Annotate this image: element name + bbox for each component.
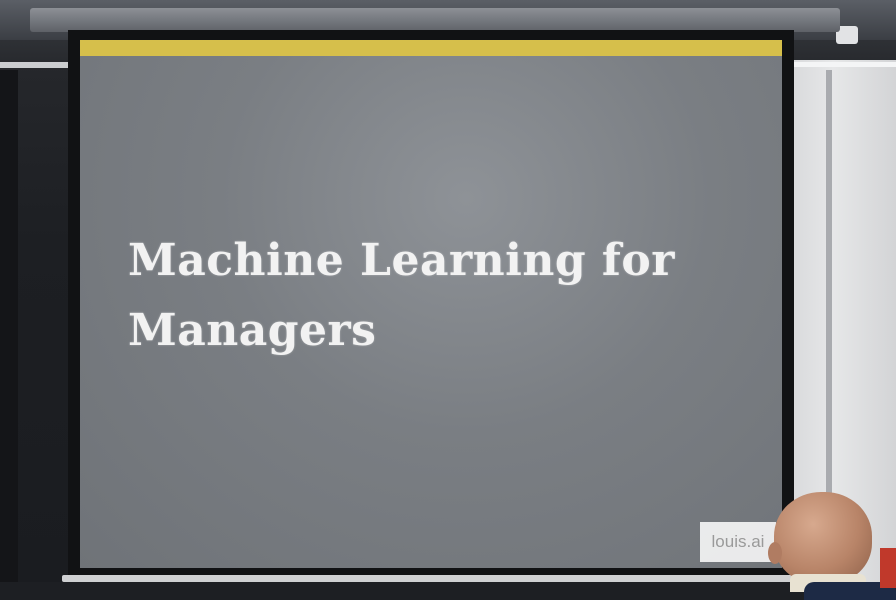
projected-slide: Machine Learning for Managers louis.ai	[80, 40, 782, 568]
slide-title-line2: Managers	[128, 305, 377, 356]
ceiling-light-right	[794, 62, 896, 67]
bald-head	[774, 492, 872, 584]
ceiling-light-left	[0, 62, 70, 68]
floor	[0, 582, 896, 600]
ear	[768, 542, 782, 564]
slide-accent-bar	[80, 40, 782, 56]
screen-bottom-bar	[62, 575, 800, 582]
projector-screen-housing	[30, 8, 840, 32]
wall-pillar	[826, 70, 832, 540]
audience-member	[764, 490, 896, 600]
left-pillar	[0, 70, 18, 600]
red-object	[880, 548, 896, 588]
slide-title: Machine Learning for Managers	[128, 226, 748, 366]
slide-title-line1: Machine Learning for	[128, 235, 675, 286]
